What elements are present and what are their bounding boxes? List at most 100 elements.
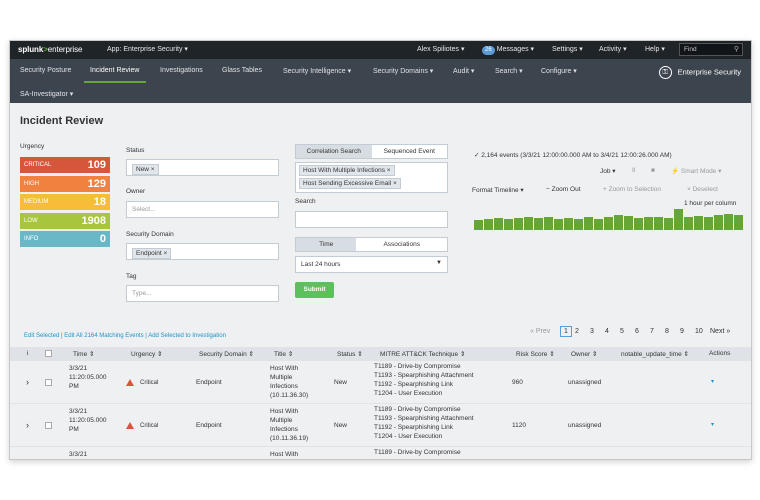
timeline-bar[interactable]	[634, 217, 643, 230]
timeline-bar[interactable]	[624, 215, 633, 230]
table-row[interactable]: ›3/3/21Host WithT1189 - Drive-by Comprom…	[10, 447, 751, 459]
urgency-low[interactable]: LOW 1908	[20, 212, 110, 229]
col-security-domain[interactable]: Security Domain ⇕	[199, 350, 254, 358]
pager-prev[interactable]: « Prev	[530, 328, 550, 335]
owner-select[interactable]: Select...	[126, 201, 279, 218]
timeline-bar[interactable]	[554, 219, 563, 230]
col-time[interactable]: Time ⇕	[73, 350, 94, 358]
tab-time[interactable]: Time	[296, 238, 357, 251]
urgency-critical[interactable]: CRITICAL 109	[20, 157, 110, 173]
pager-page-1[interactable]: 1	[560, 326, 572, 337]
expand-chevron-icon[interactable]: ›	[26, 421, 29, 430]
nav-security-posture[interactable]: Security Posture	[20, 67, 71, 74]
timeline-bar[interactable]	[734, 214, 743, 230]
pager-page-10[interactable]: 10	[695, 328, 703, 335]
timeline-bar[interactable]	[504, 219, 513, 230]
search-chip-multiple-infections[interactable]: Host With Multiple Infections ×	[299, 165, 395, 176]
tab-sequenced-event[interactable]: Sequenced Event	[371, 145, 447, 158]
status-chip-new[interactable]: New ×	[132, 164, 159, 175]
timeline-histogram[interactable]	[474, 208, 744, 230]
cell-title[interactable]: Host With	[270, 450, 298, 459]
pager-next[interactable]: Next »	[710, 328, 730, 335]
tab-associations[interactable]: Associations	[356, 238, 447, 251]
select-all-checkbox[interactable]	[45, 350, 52, 357]
tab-correlation-search[interactable]: Correlation Search	[296, 145, 372, 158]
format-timeline-menu[interactable]: Format Timeline ▾	[472, 186, 524, 194]
table-row[interactable]: › 3/3/21 11:20:05.000 PM Critical Endpoint Hos…	[10, 361, 751, 404]
pager-page-4[interactable]: 4	[605, 328, 609, 335]
col-title[interactable]: Title ⇕	[274, 350, 293, 358]
cell-title[interactable]: Host With Multiple Infections (10.11.36.30)	[270, 364, 308, 400]
timeline-bar[interactable]	[524, 216, 533, 230]
splunk-logo[interactable]: splunk>enterprise	[18, 45, 82, 54]
nav-sa-investigator[interactable]: SA-Investigator ▾	[20, 90, 73, 98]
expand-chevron-icon[interactable]: ›	[26, 378, 29, 387]
messages-menu[interactable]: 26 Messages ▾	[482, 45, 534, 55]
row-checkbox[interactable]	[45, 379, 52, 386]
security-domain-field[interactable]: Endpoint ×	[126, 243, 279, 260]
timeline-bar[interactable]	[564, 217, 573, 230]
tag-input[interactable]: Type...	[126, 285, 279, 302]
settings-menu[interactable]: Settings ▾	[552, 45, 583, 53]
zoom-out-button[interactable]: − Zoom Out	[546, 186, 581, 193]
job-menu[interactable]: Job ▾	[600, 167, 616, 175]
timeline-bar[interactable]	[534, 217, 543, 230]
zoom-to-selection-button[interactable]: + Zoom to Selection	[603, 186, 661, 193]
nav-incident-review[interactable]: Incident Review	[90, 67, 139, 74]
timeline-bar[interactable]	[514, 217, 523, 230]
nav-security-intelligence[interactable]: Security Intelligence ▾	[283, 67, 351, 75]
table-row[interactable]: › 3/3/21 11:20:05.000 PM Critical Endpoint Hos…	[10, 404, 751, 447]
timeline-bar[interactable]	[714, 214, 723, 230]
urgency-medium[interactable]: MEDIUM 18	[20, 194, 110, 210]
row-actions-dropdown[interactable]: ▾	[711, 421, 714, 430]
col-risk-score[interactable]: Risk Score ⇕	[516, 350, 555, 358]
deselect-button[interactable]: × Deselect	[687, 186, 718, 193]
pager-page-5[interactable]: 5	[620, 328, 624, 335]
row-actions-dropdown[interactable]: ▾	[711, 378, 714, 387]
search-input[interactable]	[295, 211, 448, 228]
submit-button[interactable]: Submit	[295, 282, 334, 298]
pager-page-3[interactable]: 3	[590, 328, 594, 335]
col-mitre[interactable]: MITRE ATT&CK Technique ⇕	[380, 350, 465, 358]
timeline-bar[interactable]	[584, 216, 593, 230]
status-field[interactable]: New ×	[126, 159, 279, 176]
nav-glass-tables[interactable]: Glass Tables	[222, 67, 262, 74]
correlation-search-field[interactable]: Host With Multiple Infections × Host Sen…	[295, 162, 448, 193]
timeline-bar[interactable]	[614, 214, 623, 230]
time-range-picker[interactable]: Last 24 hours ▼	[295, 256, 448, 273]
col-owner[interactable]: Owner ⇕	[571, 350, 597, 358]
help-menu[interactable]: Help ▾	[645, 45, 665, 53]
timeline-bar[interactable]	[574, 219, 583, 230]
timeline-bar[interactable]	[594, 219, 603, 230]
pager-page-6[interactable]: 6	[635, 328, 639, 335]
row-checkbox[interactable]	[45, 422, 52, 429]
timeline-bar[interactable]	[494, 217, 503, 230]
search-chip-excessive-email[interactable]: Host Sending Excessive Email ×	[299, 178, 401, 189]
col-status[interactable]: Status ⇕	[337, 350, 363, 358]
nav-audit[interactable]: Audit ▾	[453, 67, 474, 75]
pager-page-7[interactable]: 7	[650, 328, 654, 335]
timeline-bar[interactable]	[664, 217, 673, 230]
urgency-info[interactable]: INFO 0	[20, 231, 110, 247]
col-notable-update-time[interactable]: notable_update_time ⇕	[621, 350, 689, 358]
pager-page-2[interactable]: 2	[575, 328, 579, 335]
bulk-action-links[interactable]: Edit Selected | Edit All 2164 Matching E…	[24, 333, 226, 339]
pager-page-9[interactable]: 9	[680, 328, 684, 335]
urgency-high[interactable]: HIGH 129	[20, 175, 110, 192]
timeline-bar[interactable]	[484, 219, 493, 230]
nav-investigations[interactable]: Investigations	[160, 67, 203, 74]
pause-icon[interactable]: II	[632, 167, 636, 174]
timeline-bar[interactable]	[724, 213, 733, 230]
smart-mode-menu[interactable]: ⚡ Smart Mode ▾	[671, 167, 721, 175]
user-menu[interactable]: Alex Spiliotes ▾	[417, 45, 464, 53]
nav-configure[interactable]: Configure ▾	[541, 67, 577, 75]
nav-security-domains[interactable]: Security Domains ▾	[373, 67, 433, 75]
timeline-bar[interactable]	[644, 216, 653, 230]
timeline-bar[interactable]	[654, 216, 663, 230]
pager-page-8[interactable]: 8	[665, 328, 669, 335]
timeline-bar[interactable]	[694, 215, 703, 230]
domain-chip-endpoint[interactable]: Endpoint ×	[132, 248, 172, 259]
timeline-bar[interactable]	[684, 216, 693, 230]
timeline-bar[interactable]	[604, 216, 613, 230]
timeline-bar[interactable]	[704, 216, 713, 230]
